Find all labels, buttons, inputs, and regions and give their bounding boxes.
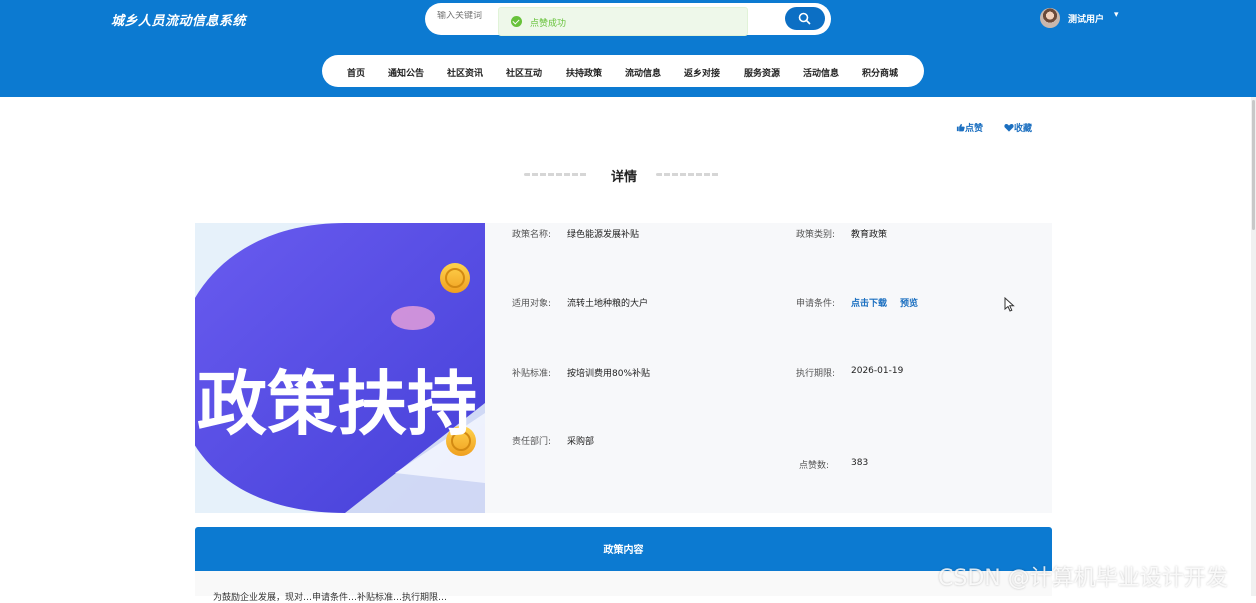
check-circle-icon [511,16,522,27]
title-decoration-left [524,173,588,176]
user-name[interactable]: 测试用户 [1068,12,1104,25]
like-button[interactable]: 点赞 [956,121,983,134]
success-toast: 点赞成功 [498,7,748,36]
main-nav: 首页 通知公告 社区资讯 社区互动 扶持政策 流动信息 返乡对接 服务资源 活动… [322,55,924,87]
favorite-label[interactable]: 收藏 [1014,124,1032,134]
nav-item-home[interactable]: 首页 [347,66,365,79]
standard-label: 补贴标准: [512,369,552,379]
content-header-bar: 政策内容 [195,527,1052,571]
watermark: CSDN @计算机毕业设计开发 [938,566,1228,591]
nav-item-support-policy[interactable]: 扶持政策 [566,66,602,79]
thumbs-up-icon [956,123,965,132]
likes-label: 点赞数: [799,461,830,471]
policy-name-value: 绿色能源发展补贴 [567,230,640,240]
site-title[interactable]: 城乡人员流动信息系统 [111,10,246,29]
avatar[interactable] [1040,8,1060,28]
policy-cover-image: 政策扶持 [195,223,485,513]
content-area: 为鼓励企业发展，现对…申请条件…补贴标准…执行期限… [195,571,1052,603]
nav-item-community-interaction[interactable]: 社区互动 [506,66,542,79]
period-label: 执行期限: [796,369,836,379]
target-label: 适用对象: [512,299,552,309]
standard-value: 按培训费用80%补贴 [567,369,651,379]
dept-value: 采购部 [567,437,595,447]
search-icon [798,12,811,25]
heart-icon [1004,124,1014,132]
nav-item-mobility-info[interactable]: 流动信息 [625,66,661,79]
period-value: 2026-01-19 [851,366,904,376]
policy-cover-illustration: 政策扶持 [195,223,485,513]
policy-name-label: 政策名称: [512,230,552,240]
likes-count: 383 [851,458,869,468]
page-title: 详情 [611,170,638,185]
content-text: 为鼓励企业发展，现对…申请条件…补贴标准…执行期限… [213,593,448,603]
download-link[interactable]: 点击下载 [851,296,887,309]
nav-item-activities[interactable]: 活动信息 [803,66,839,79]
favorite-button[interactable]: 收藏 [1004,121,1032,134]
cover-image-text: 政策扶持 [197,363,477,445]
dept-label: 责任部门: [512,437,552,447]
nav-item-service-resources[interactable]: 服务资源 [744,66,780,79]
policy-type-label: 政策类别: [796,230,836,240]
scrollbar-thumb[interactable] [1252,100,1255,230]
search-button[interactable] [785,7,825,30]
nav-item-community-news[interactable]: 社区资讯 [447,66,483,79]
nav-item-notices[interactable]: 通知公告 [388,66,424,79]
toast-message: 点赞成功 [530,19,567,29]
like-label[interactable]: 点赞 [965,124,983,134]
mouse-cursor-icon [1004,297,1015,312]
content-title: 政策内容 [603,545,644,556]
title-decoration-right [656,173,720,176]
policy-type-value: 教育政策 [851,230,888,240]
target-value: 流转土地种粮的大户 [567,299,649,309]
chevron-down-icon[interactable]: ▾ [1114,10,1119,20]
nav-item-return-home[interactable]: 返乡对接 [684,66,720,79]
nav-item-points-mall[interactable]: 积分商城 [862,66,898,79]
top-header: 城乡人员流动信息系统 点赞成功 测试用户 ▾ 首页 通知公告 社区资讯 社区互动… [0,0,1256,97]
search-input[interactable] [437,11,497,21]
preview-link[interactable]: 预览 [900,296,918,309]
condition-label: 申请条件: [796,299,836,309]
